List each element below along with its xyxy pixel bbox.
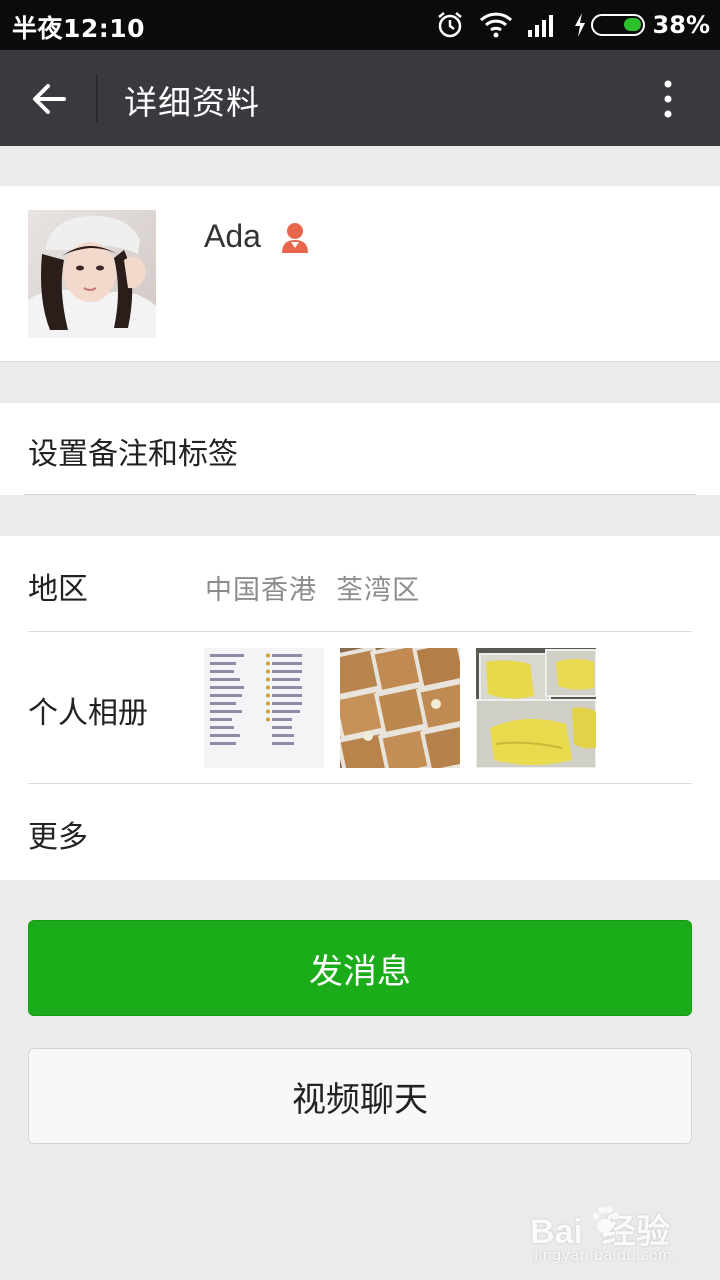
page-title: 详细资料	[124, 83, 260, 122]
battery-icon	[590, 14, 645, 36]
album-label: 个人相册	[28, 696, 148, 731]
album-photo[interactable]	[476, 648, 596, 768]
status-bar: 半夜12:10 38%	[0, 0, 720, 50]
status-icons: 38%	[421, 8, 710, 42]
region-row: 地区 中国香港 荃湾区	[0, 536, 720, 632]
name-row: Ada	[204, 218, 311, 255]
baidu-jingyan-watermark: Bai 经验 jingyan.baidu.com	[520, 1198, 680, 1268]
battery-percent: 38%	[652, 11, 710, 39]
battery-fill	[623, 18, 641, 31]
more-row[interactable]: 更多	[0, 784, 720, 880]
alarm-icon	[437, 12, 462, 38]
battery-indicator: 38%	[573, 11, 710, 39]
watermark-site: jingyan.baidu.com	[534, 1246, 673, 1264]
toolbar-divider	[96, 74, 98, 122]
profile-card: Ada	[0, 186, 720, 362]
video-chat-button[interactable]: 视频聊天	[28, 1048, 692, 1144]
wifi-icon	[479, 12, 512, 38]
status-time: 半夜12:10	[12, 14, 146, 43]
send-message-button[interactable]: 发消息	[28, 920, 692, 1016]
more-options-icon[interactable]	[654, 76, 682, 122]
paw-icon	[592, 1206, 619, 1233]
divider	[24, 494, 696, 495]
personal-album-row[interactable]: 个人相册	[0, 632, 720, 784]
more-label: 更多	[28, 820, 88, 855]
signal-icon	[527, 15, 553, 37]
charging-bolt-icon	[574, 13, 585, 37]
female-icon	[281, 222, 308, 253]
region-label: 地区	[28, 572, 88, 607]
album-photo[interactable]	[340, 648, 460, 768]
top-toolbar: 详细资料	[0, 50, 720, 146]
region-value: 中国香港 荃湾区	[205, 575, 421, 606]
album-photo[interactable]	[204, 648, 324, 768]
set-remark-and-tags-row[interactable]: 设置备注和标签	[0, 403, 720, 495]
back-arrow-icon[interactable]	[26, 76, 72, 122]
info-section: 地区 中国香港 荃湾区 个人相册 更多	[0, 536, 720, 880]
contact-name: Ada	[204, 218, 261, 254]
avatar[interactable]	[28, 210, 156, 338]
remark-label: 设置备注和标签	[28, 437, 238, 472]
